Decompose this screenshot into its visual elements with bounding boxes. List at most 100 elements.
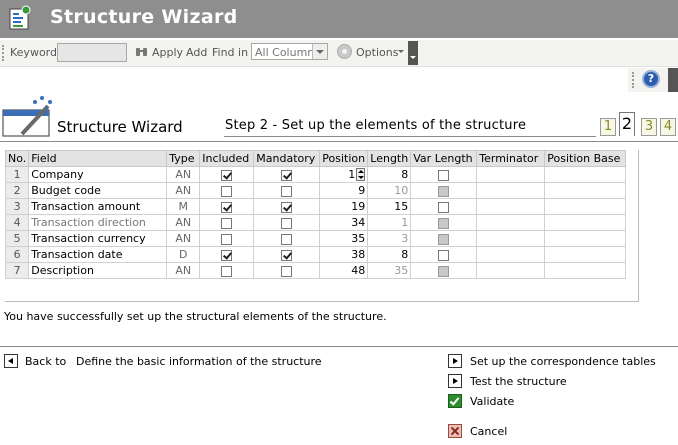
mandatory-checkbox[interactable] <box>281 233 293 245</box>
position-base-cell[interactable] <box>544 214 627 231</box>
table-row[interactable]: 1 Company AN 1 8 <box>4 166 627 183</box>
mandatory-checkbox[interactable] <box>281 265 293 277</box>
included-checkbox[interactable] <box>221 265 233 277</box>
position-value[interactable]: 34 <box>351 216 365 229</box>
col-header-var-length[interactable]: Var Length <box>410 150 478 167</box>
table-row[interactable]: 3 Transaction amount M 19 15 <box>4 198 627 215</box>
var-length-checkbox[interactable] <box>438 249 450 261</box>
field-name[interactable]: Company <box>28 166 168 183</box>
terminator-cell[interactable] <box>476 214 546 231</box>
col-header-field[interactable]: Field <box>28 150 168 167</box>
help-toolbar-overflow[interactable] <box>668 68 678 92</box>
help-icon[interactable]: ? <box>642 70 660 88</box>
validate-check-icon[interactable] <box>448 394 462 408</box>
table-row[interactable]: 7 Description AN 48 35 <box>4 262 627 279</box>
cancel-button[interactable]: Cancel <box>470 425 507 438</box>
terminator-cell[interactable] <box>476 262 546 279</box>
col-header-included[interactable]: Included <box>199 150 255 167</box>
step-2-tab-current[interactable]: 2 <box>619 112 635 136</box>
position-base-cell[interactable] <box>544 262 627 279</box>
col-header-mandatory[interactable]: Mandatory <box>253 150 321 167</box>
length-value[interactable]: 8 <box>367 166 412 183</box>
table-row[interactable]: 4 Transaction direction AN 34 1 <box>4 214 627 231</box>
help-toolbar-grip[interactable] <box>632 72 634 88</box>
chevron-down-icon[interactable] <box>312 44 327 59</box>
find-in-select[interactable]: All Columns <box>251 43 328 60</box>
mandatory-checkbox[interactable] <box>281 185 293 197</box>
validate-button[interactable]: Validate <box>470 395 514 408</box>
step-4-tab[interactable]: 4 <box>660 118 676 136</box>
field-name[interactable]: Budget code <box>28 182 168 199</box>
table-row[interactable]: 6 Transaction date D 38 8 <box>4 246 627 263</box>
included-checkbox[interactable] <box>221 233 233 245</box>
options-button[interactable]: Options <box>356 46 398 59</box>
terminator-cell[interactable] <box>476 182 546 199</box>
col-header-position[interactable]: Position <box>319 150 369 167</box>
position-base-cell[interactable] <box>544 246 627 263</box>
included-checkbox[interactable] <box>221 249 233 261</box>
included-checkbox[interactable] <box>221 217 233 229</box>
mandatory-checkbox[interactable] <box>281 201 293 213</box>
position-base-cell[interactable] <box>544 166 627 183</box>
var-length-checkbox[interactable] <box>438 217 450 229</box>
position-spinner[interactable] <box>356 168 366 182</box>
field-name[interactable]: Transaction currency <box>28 230 168 247</box>
test-structure-arrow-icon[interactable] <box>448 374 462 388</box>
position-value[interactable]: 1 <box>348 168 355 181</box>
col-header-length[interactable]: Length <box>367 150 412 167</box>
var-length-checkbox[interactable] <box>438 201 450 213</box>
col-header-no[interactable]: No. <box>4 150 30 167</box>
length-value[interactable]: 8 <box>367 246 412 263</box>
included-checkbox[interactable] <box>221 185 233 197</box>
mandatory-checkbox[interactable] <box>281 249 293 261</box>
keyword-input[interactable] <box>57 43 127 62</box>
included-checkbox[interactable] <box>221 201 233 213</box>
options-chevron-icon[interactable] <box>398 50 404 53</box>
included-checkbox[interactable] <box>221 169 233 181</box>
length-value[interactable]: 10 <box>367 182 412 199</box>
table-row[interactable]: 5 Transaction currency AN 35 3 <box>4 230 627 247</box>
position-base-cell[interactable] <box>544 182 627 199</box>
field-name[interactable]: Transaction date <box>28 246 168 263</box>
position-value[interactable]: 9 <box>358 184 365 197</box>
back-prefix[interactable]: Back to <box>25 355 66 368</box>
col-header-position-base[interactable]: Position Base <box>544 150 627 167</box>
length-value[interactable]: 1 <box>367 214 412 231</box>
position-cell[interactable]: 38 <box>319 246 369 263</box>
mandatory-checkbox[interactable] <box>281 217 293 229</box>
col-header-terminator[interactable]: Terminator <box>476 150 546 167</box>
length-value[interactable]: 3 <box>367 230 412 247</box>
mandatory-checkbox[interactable] <box>281 169 293 181</box>
position-cell[interactable]: 19 <box>319 198 369 215</box>
position-value[interactable]: 19 <box>351 200 365 213</box>
terminator-cell[interactable] <box>476 166 546 183</box>
position-cell[interactable]: 48 <box>319 262 369 279</box>
terminator-cell[interactable] <box>476 198 546 215</box>
position-value[interactable]: 48 <box>351 264 365 277</box>
table-row[interactable]: 2 Budget code AN 9 10 <box>4 182 627 199</box>
length-value[interactable]: 15 <box>367 198 412 215</box>
next-correspondence-link[interactable]: Set up the correspondence tables <box>470 355 656 368</box>
field-name[interactable]: Transaction amount <box>28 198 168 215</box>
back-link[interactable]: Define the basic information of the stru… <box>76 355 322 368</box>
var-length-checkbox[interactable] <box>438 185 450 197</box>
col-header-type[interactable]: Type <box>166 150 201 167</box>
position-cell[interactable]: 9 <box>319 182 369 199</box>
back-arrow-icon[interactable] <box>4 354 18 368</box>
next-correspondence-arrow-icon[interactable] <box>448 354 462 368</box>
position-value[interactable]: 35 <box>351 232 365 245</box>
var-length-checkbox[interactable] <box>438 233 450 245</box>
var-length-checkbox[interactable] <box>438 265 450 277</box>
length-value[interactable]: 35 <box>367 262 412 279</box>
position-cell[interactable]: 35 <box>319 230 369 247</box>
toolbar-grip[interactable] <box>2 45 6 61</box>
cancel-x-icon[interactable] <box>448 424 462 438</box>
position-cell[interactable]: 1 <box>319 166 369 183</box>
field-name[interactable]: Description <box>28 262 168 279</box>
toolbar-overflow-button[interactable] <box>408 41 418 65</box>
position-base-cell[interactable] <box>544 230 627 247</box>
position-cell[interactable]: 34 <box>319 214 369 231</box>
test-structure-link[interactable]: Test the structure <box>470 375 567 388</box>
position-base-cell[interactable] <box>544 198 627 215</box>
field-name[interactable]: Transaction direction <box>28 214 168 231</box>
